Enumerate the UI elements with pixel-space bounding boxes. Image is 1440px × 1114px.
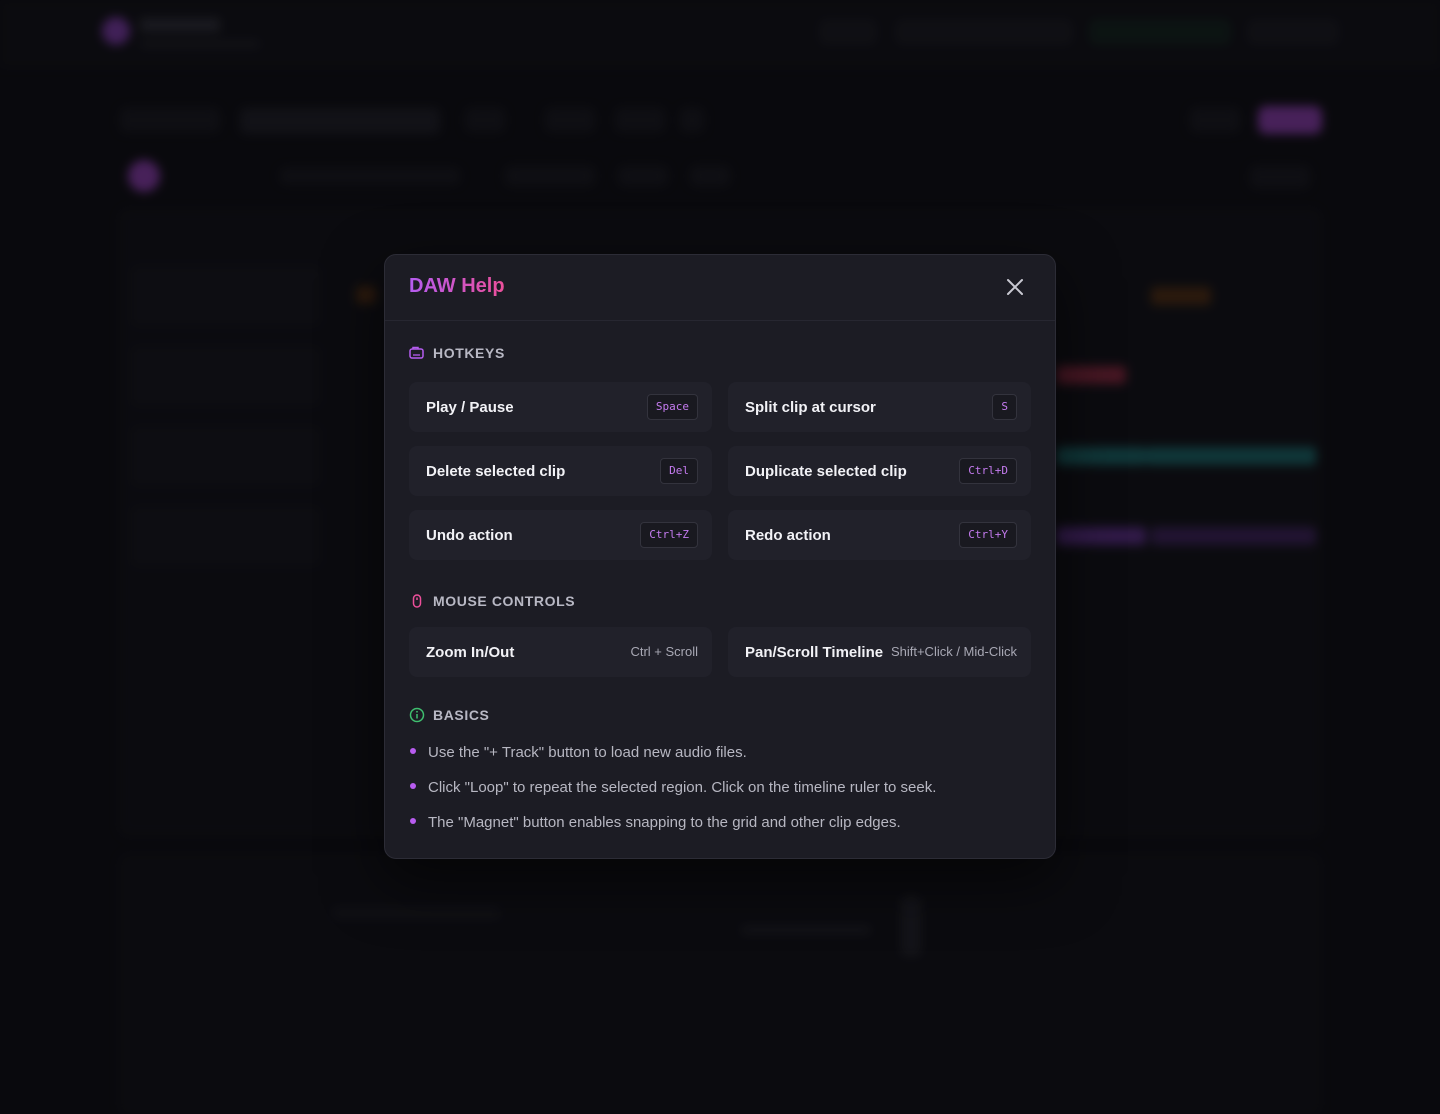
mouse-heading: MOUSE CONTROLS xyxy=(409,593,575,609)
hotkey-key: Ctrl+Y xyxy=(959,522,1017,548)
hotkey-label: Delete selected clip xyxy=(426,462,566,480)
hotkey-label: Duplicate selected clip xyxy=(745,462,907,480)
basics-text: The "Magnet" button enables snapping to … xyxy=(428,814,901,831)
hotkey-key: Space xyxy=(646,394,698,420)
hotkey-delete-clip: Delete selected clip Del xyxy=(409,446,712,496)
hotkeys-heading: HOTKEYS xyxy=(409,345,505,361)
basics-text: Click "Loop" to repeat the selected regi… xyxy=(428,779,937,796)
basics-list: Use the "+ Track" button to load new aud… xyxy=(409,742,1029,847)
mouse-title: MOUSE CONTROLS xyxy=(433,593,576,609)
hotkey-key: S xyxy=(992,394,1017,420)
modal-header: DAW Help xyxy=(385,255,1055,321)
modal-title: DAW Help xyxy=(409,275,505,297)
close-button[interactable] xyxy=(1003,275,1027,299)
help-modal: DAW Help HOTKEYS Play / Pause Space Spli… xyxy=(384,254,1056,859)
basics-text: Use the "+ Track" button to load new aud… xyxy=(428,744,747,761)
bullet-dot xyxy=(410,783,416,789)
mouse-label: Zoom In/Out xyxy=(426,643,515,661)
hotkey-label: Play / Pause xyxy=(426,398,514,416)
basics-item: Click "Loop" to repeat the selected regi… xyxy=(409,777,1029,812)
hotkey-undo: Undo action Ctrl+Z xyxy=(409,510,712,560)
mouse-pan: Pan/Scroll Timeline Shift+Click / Mid-Cl… xyxy=(728,627,1031,677)
hotkey-redo: Redo action Ctrl+Y xyxy=(728,510,1031,560)
hotkey-key: Del xyxy=(660,458,698,484)
mouse-zoom: Zoom In/Out Ctrl + Scroll xyxy=(409,627,712,677)
basics-item: The "Magnet" button enables snapping to … xyxy=(409,812,1029,847)
hotkeys-grid: Play / Pause Space Split clip at cursor … xyxy=(409,382,1031,560)
info-icon xyxy=(409,707,425,723)
mouse-shortcut: Shift+Click / Mid-Click xyxy=(890,644,1017,659)
hotkey-duplicate-clip: Duplicate selected clip Ctrl+D xyxy=(728,446,1031,496)
hotkeys-title: HOTKEYS xyxy=(433,345,505,361)
mouse-grid: Zoom In/Out Ctrl + Scroll Pan/Scroll Tim… xyxy=(409,627,1031,677)
hotkey-key: Ctrl+D xyxy=(959,458,1017,484)
basics-heading: BASICS xyxy=(409,707,490,723)
hotkey-label: Undo action xyxy=(426,526,513,544)
bullet-dot xyxy=(410,818,416,824)
hotkey-split-clip: Split clip at cursor S xyxy=(728,382,1031,432)
hotkey-label: Redo action xyxy=(745,526,831,544)
mouse-shortcut: Ctrl + Scroll xyxy=(630,644,698,659)
hotkey-play-pause: Play / Pause Space xyxy=(409,382,712,432)
keyboard-icon xyxy=(409,345,425,361)
mouse-icon xyxy=(409,593,425,609)
hotkey-key: Ctrl+Z xyxy=(640,522,698,548)
bullet-dot xyxy=(410,748,416,754)
basics-item: Use the "+ Track" button to load new aud… xyxy=(409,742,1029,777)
close-icon xyxy=(1007,279,1023,295)
mouse-label: Pan/Scroll Timeline xyxy=(745,643,884,661)
hotkey-label: Split clip at cursor xyxy=(745,398,876,416)
basics-title: BASICS xyxy=(433,707,490,723)
